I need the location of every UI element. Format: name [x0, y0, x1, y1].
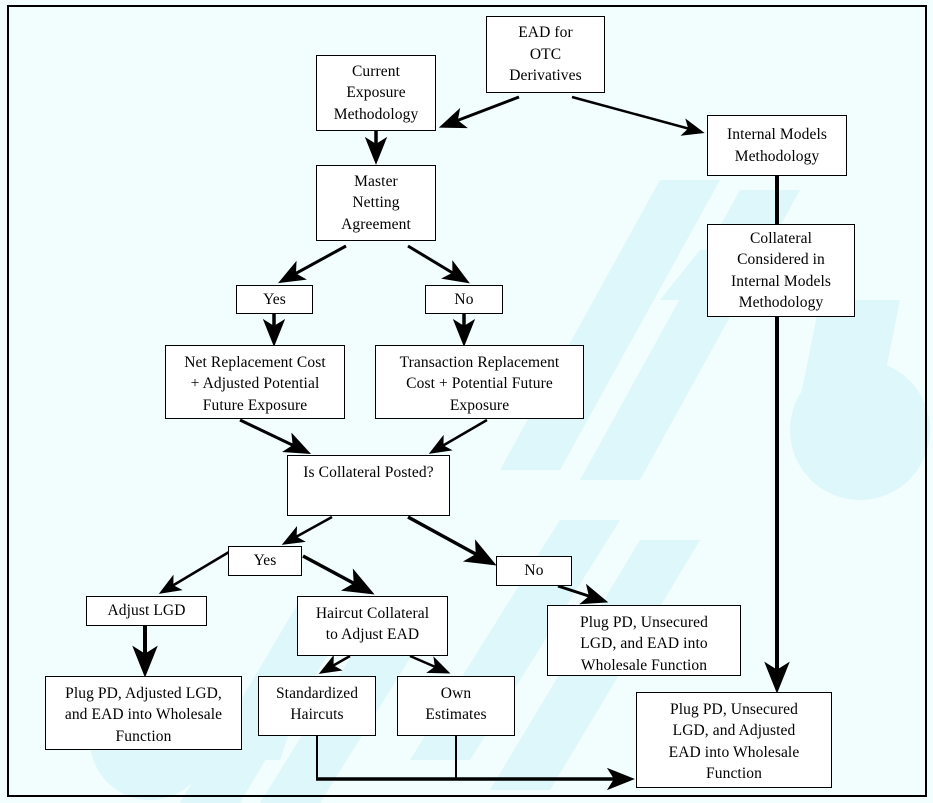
- node-collateral-considered-internal-models[interactable]: Collateral Considered in Internal Models…: [707, 224, 855, 317]
- node-transaction-replacement-cost[interactable]: Transaction Replacement Cost + Potential…: [375, 345, 584, 419]
- node-plug-adjusted-lgd[interactable]: Plug PD, Adjusted LGD, and EAD into Whol…: [45, 676, 242, 750]
- node-collateral-yes[interactable]: Yes: [228, 546, 302, 576]
- node-label: Plug PD, Unsecured LGD, and Adjusted EAD…: [668, 701, 800, 783]
- node-label: Master Netting Agreement: [341, 172, 411, 233]
- node-master-netting-agreement[interactable]: Master Netting Agreement: [316, 165, 436, 241]
- node-label: Yes: [253, 552, 277, 570]
- node-label: EAD for OTC Derivatives: [509, 24, 582, 85]
- node-plug-unsecured-adjusted-ead[interactable]: Plug PD, Unsecured LGD, and Adjusted EAD…: [636, 692, 832, 788]
- node-label: Haircut Collateral to Adjust EAD: [315, 605, 430, 644]
- node-label: Plug PD, Unsecured LGD, and EAD into Who…: [580, 614, 708, 674]
- node-label: Own Estimates: [425, 685, 487, 724]
- node-label: No: [454, 290, 474, 308]
- node-net-replacement-cost[interactable]: Net Replacement Cost + Adjusted Potentia…: [165, 345, 345, 419]
- node-label: No: [524, 562, 544, 580]
- node-label: Transaction Replacement Cost + Potential…: [399, 354, 560, 414]
- node-haircut-collateral[interactable]: Haircut Collateral to Adjust EAD: [297, 596, 448, 656]
- node-plug-unsecured-ead[interactable]: Plug PD, Unsecured LGD, and EAD into Who…: [547, 605, 741, 676]
- node-label: Collateral Considered in Internal Models…: [730, 229, 832, 311]
- node-label: Plug PD, Adjusted LGD, and EAD into Whol…: [64, 685, 223, 745]
- node-current-exposure-methodology[interactable]: Current Exposure Methodology: [316, 55, 436, 131]
- node-is-collateral-posted[interactable]: Is Collateral Posted?: [287, 455, 450, 516]
- node-adjust-lgd[interactable]: Adjust LGD: [86, 596, 207, 626]
- node-label: Internal Models Methodology: [726, 126, 828, 165]
- node-label: Current Exposure Methodology: [333, 62, 419, 123]
- node-label: Is Collateral Posted?: [303, 464, 434, 481]
- flowchart-canvas: EAD for OTC Derivatives Current Exposure…: [0, 0, 933, 803]
- node-ead-otc-derivatives[interactable]: EAD for OTC Derivatives: [486, 16, 605, 93]
- node-netting-no[interactable]: No: [425, 285, 503, 314]
- node-label: Adjust LGD: [107, 602, 186, 620]
- node-standardized-haircuts[interactable]: Standardized Haircuts: [258, 676, 376, 736]
- node-internal-models-methodology[interactable]: Internal Models Methodology: [707, 115, 847, 176]
- node-label: Standardized Haircuts: [275, 685, 359, 724]
- node-collateral-no[interactable]: No: [496, 556, 572, 586]
- node-label: Net Replacement Cost + Adjusted Potentia…: [184, 354, 326, 414]
- node-netting-yes[interactable]: Yes: [236, 285, 313, 314]
- node-own-estimates[interactable]: Own Estimates: [397, 676, 515, 736]
- node-label: Yes: [263, 290, 286, 308]
